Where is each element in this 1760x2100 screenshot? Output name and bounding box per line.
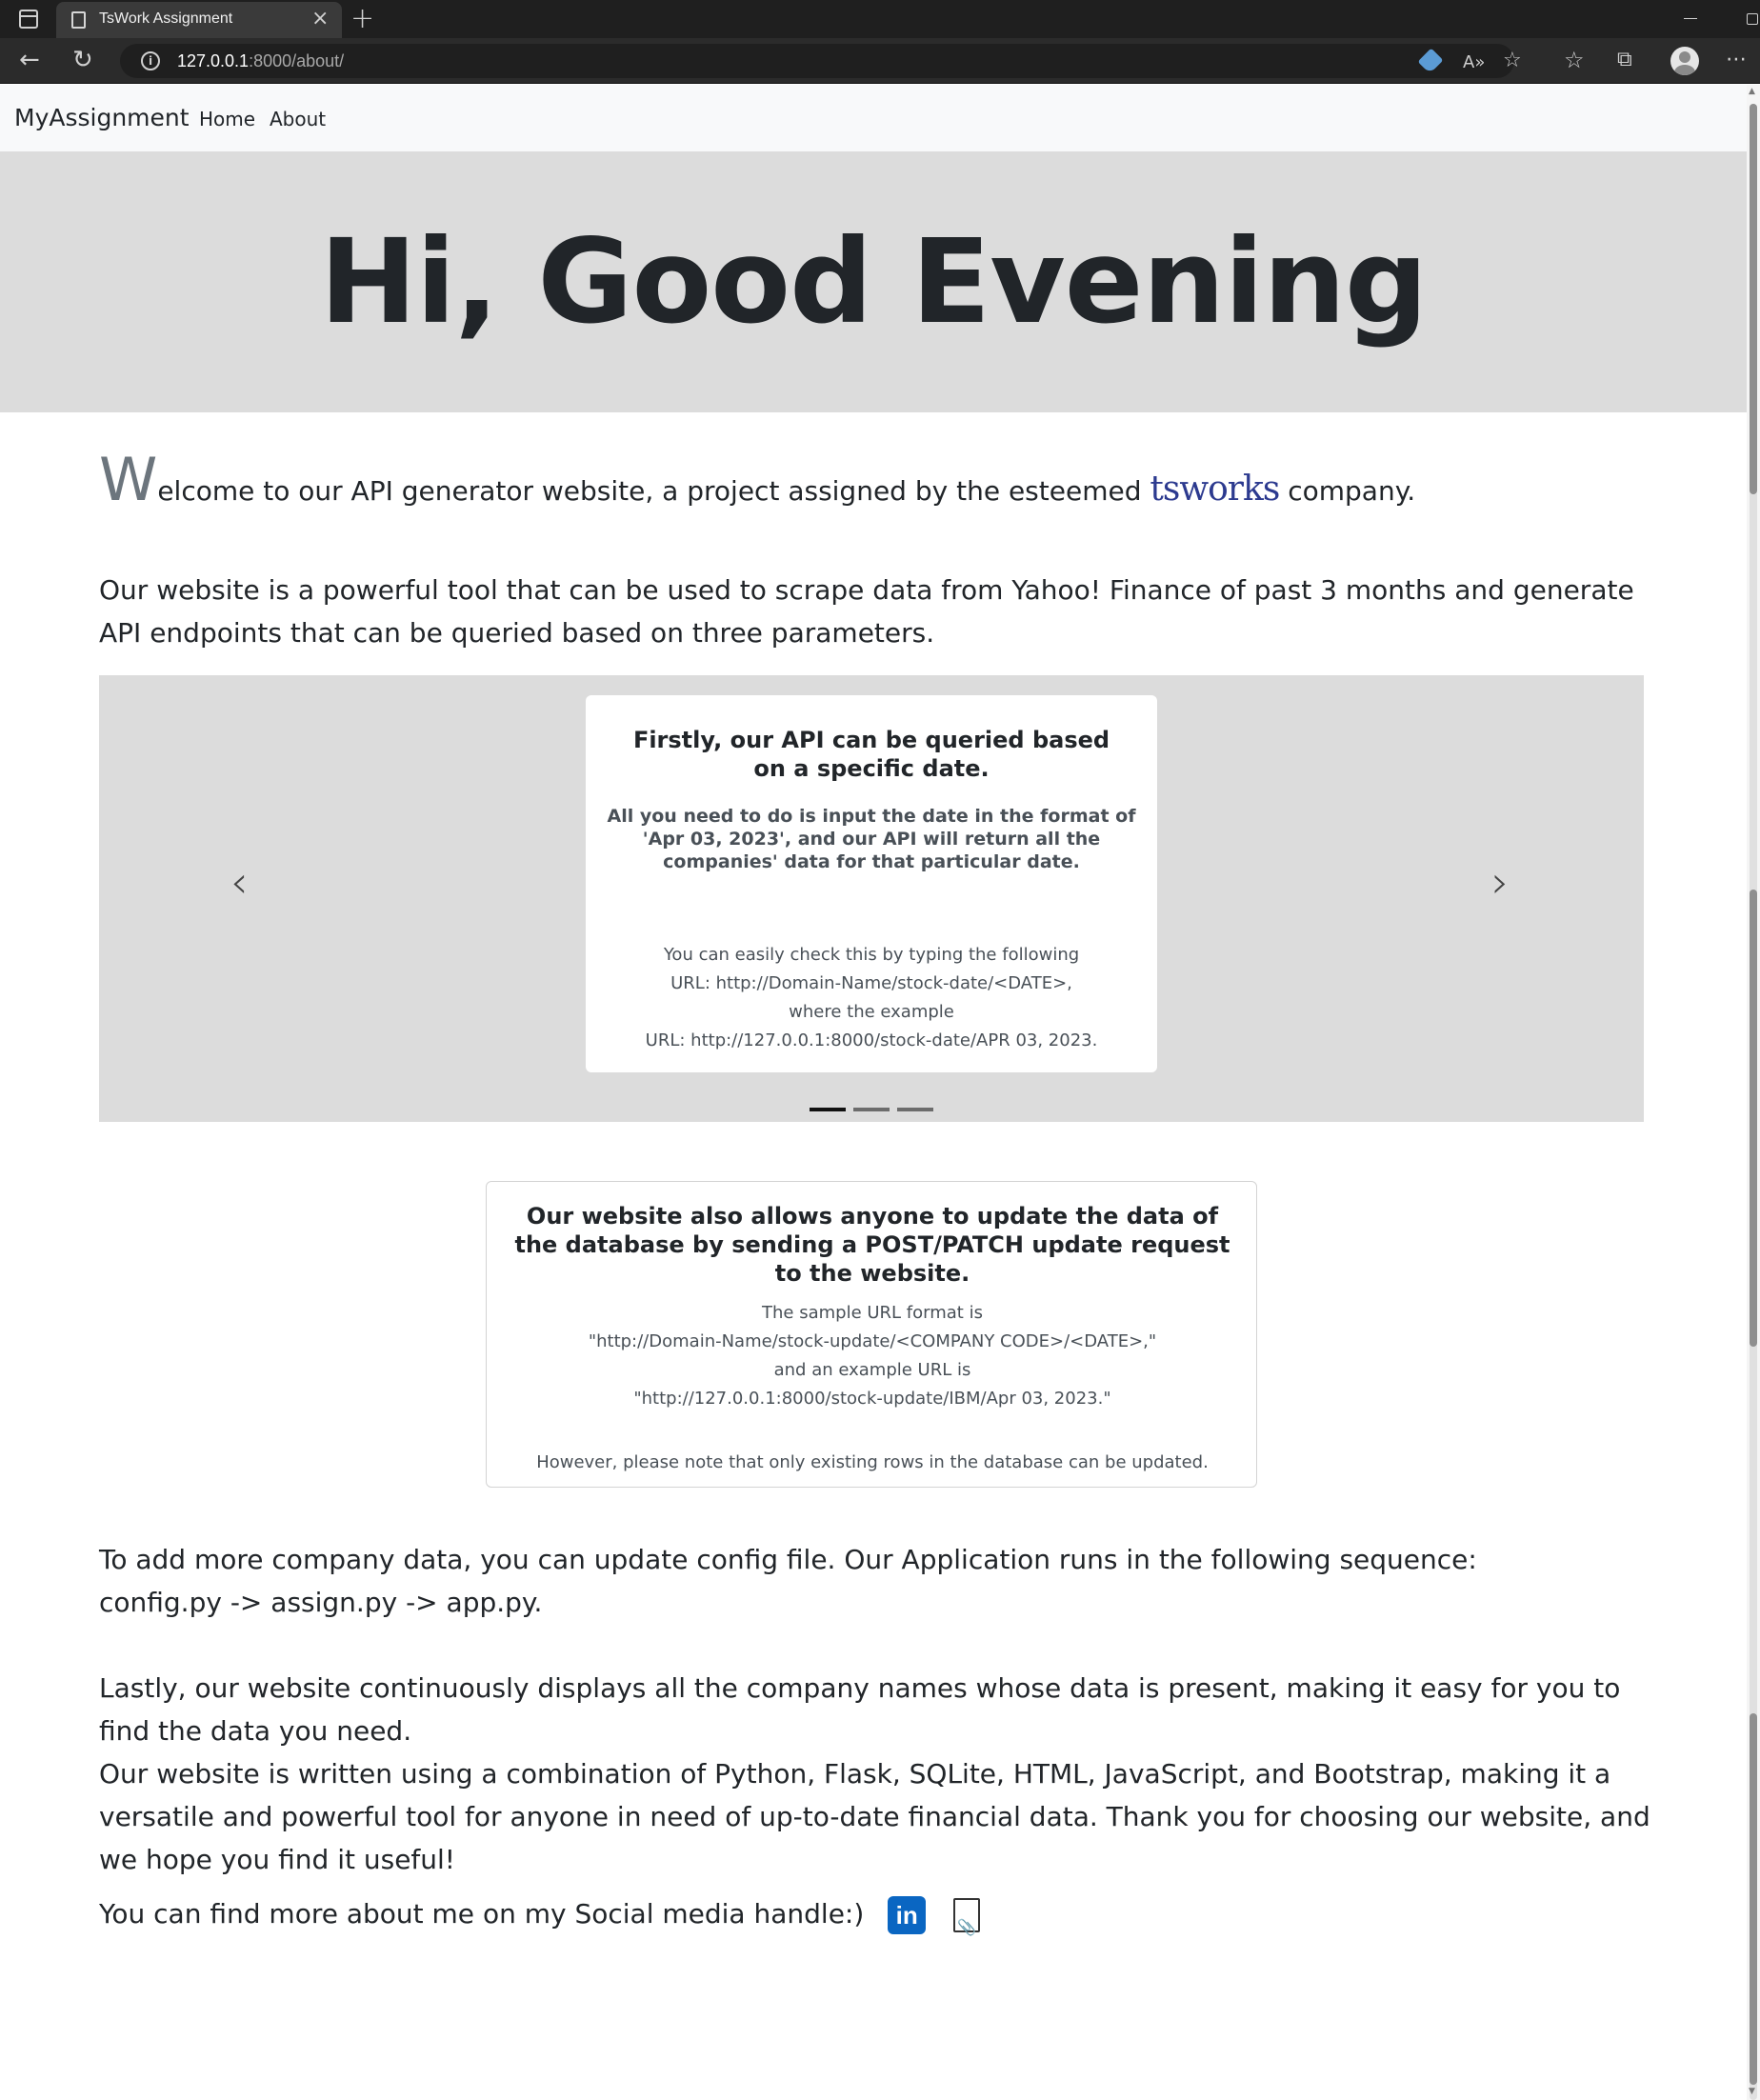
minimize-icon[interactable] [1684, 18, 1697, 19]
refresh-icon[interactable]: ↻ [72, 46, 93, 74]
carousel-slide-body: You can easily check this by typing the … [624, 941, 1119, 1055]
social-row: You can find more about me on my Social … [99, 1892, 1661, 1949]
carousel-body-line: You can easily check this by typing the … [663, 945, 1080, 965]
browser-toolbar: ← ↻ i 127.0.0.1:8000/about/ A» ☆ ☆ ⧉ ⋯ [0, 38, 1760, 84]
hero-banner: Hi, Good Evening [0, 151, 1747, 412]
lastly-paragraph: Lastly, our website continuously display… [99, 1672, 1621, 1747]
url-text[interactable]: 127.0.0.1:8000/about/ [177, 51, 344, 71]
address-bar[interactable]: i 127.0.0.1:8000/about/ A» ☆ [120, 44, 1522, 78]
carousel-body-line: URL: http://127.0.0.1:8000/stock-date/AP… [645, 1030, 1098, 1050]
scroll-thumb-lower[interactable] [1750, 1713, 1757, 2085]
tool-paragraph: Our website is a powerful tool that can … [99, 574, 1634, 649]
nav-link-home[interactable]: Home [199, 108, 255, 130]
read-aloud-icon[interactable]: A» [1463, 50, 1485, 75]
carousel-indicator-3[interactable] [897, 1108, 933, 1111]
tab-actions-icon[interactable] [19, 10, 38, 29]
update-body-line: and an example URL is [773, 1360, 971, 1380]
config-sequence: config.py -> assign.py -> app.py. [99, 1587, 543, 1618]
close-tab-icon[interactable]: × [311, 7, 329, 30]
social-text: You can find more about me on my Social … [99, 1898, 865, 1930]
update-info-card: Our website also allows anyone to update… [486, 1181, 1257, 1488]
new-tab-icon[interactable]: + [350, 2, 374, 35]
restore-icon[interactable] [1747, 13, 1758, 25]
update-card-body: The sample URL format is "http://Domain-… [506, 1299, 1239, 1413]
config-text: To add more company data, you can update… [99, 1544, 1477, 1575]
collections-icon[interactable]: ⧉ [1617, 46, 1632, 74]
scroll-thumb-secondary[interactable] [1750, 890, 1757, 1347]
carousel-next-icon[interactable]: › [1491, 856, 1509, 908]
carousel-slide-card: Firstly, our API can be queried based on… [586, 695, 1157, 1072]
api-carousel: Firstly, our API can be queried based on… [99, 675, 1644, 1122]
page-icon [71, 11, 86, 29]
update-body-line: The sample URL format is [762, 1303, 983, 1323]
intro-text: elcome to our API generator website, a p… [157, 475, 1142, 507]
add-favorite-icon[interactable]: ☆ [1503, 49, 1522, 73]
scroll-up-icon[interactable]: ▲ [1749, 87, 1755, 96]
more-menu-icon[interactable]: ⋯ [1726, 46, 1747, 74]
site-navbar: MyAssignment Home About [0, 85, 1747, 151]
linkedin-icon[interactable]: in [888, 1896, 927, 1934]
greeting-heading: Hi, Good Evening [319, 214, 1429, 350]
carousel-body-line: URL: http://Domain-Name/stock-date/<DATE… [670, 973, 1072, 993]
scroll-thumb[interactable] [1750, 104, 1757, 494]
update-card-title: Our website also allows anyone to update… [514, 1203, 1230, 1287]
tab-title: TsWork Assignment [99, 10, 233, 27]
scroll-down-icon[interactable]: ▼ [1749, 2087, 1755, 2096]
dropcap-letter: W [99, 445, 158, 514]
update-body-line: "http://Domain-Name/stock-update/<COMPAN… [588, 1331, 1157, 1351]
update-body-line: "http://127.0.0.1:8000/stock-update/IBM/… [633, 1389, 1111, 1409]
carousel-body-line: where the example [789, 1002, 954, 1022]
page-scrollbar[interactable]: ▲ ▼ [1747, 85, 1760, 2100]
page-viewport: MyAssignment Home About Hi, Good Evening… [0, 85, 1747, 2100]
nav-link-about[interactable]: About [270, 108, 326, 130]
tsworks-logo: tsworks [1150, 470, 1280, 509]
document-icon[interactable] [953, 1898, 981, 1949]
profile-avatar[interactable] [1670, 47, 1699, 75]
tech-paragraph: Our website is written using a combinati… [99, 1758, 1650, 1875]
favorites-icon[interactable]: ☆ [1564, 46, 1585, 74]
carousel-slide-lead: All you need to do is input the date in … [607, 806, 1136, 872]
navbar-brand[interactable]: MyAssignment [14, 104, 190, 131]
carousel-prev-icon[interactable]: ‹ [230, 856, 248, 908]
carousel-indicator-1[interactable] [810, 1108, 846, 1111]
browser-titlebar: TsWork Assignment × + [0, 0, 1760, 38]
update-card-note: However, please note that only existing … [536, 1452, 1209, 1472]
carousel-indicator-2[interactable] [853, 1108, 890, 1111]
site-info-icon[interactable]: i [141, 51, 160, 70]
back-icon[interactable]: ← [19, 46, 40, 74]
carousel-slide-title: Firstly, our API can be queried based on… [632, 727, 1110, 782]
config-paragraph: To add more company data, you can update… [99, 1538, 1661, 1624]
intro-paragraph: Welcome to our API generator website, a … [99, 450, 1661, 512]
shopping-tag-icon[interactable] [1417, 48, 1444, 74]
browser-tab[interactable]: TsWork Assignment × [56, 2, 342, 38]
intro-text-end: company. [1288, 475, 1416, 507]
